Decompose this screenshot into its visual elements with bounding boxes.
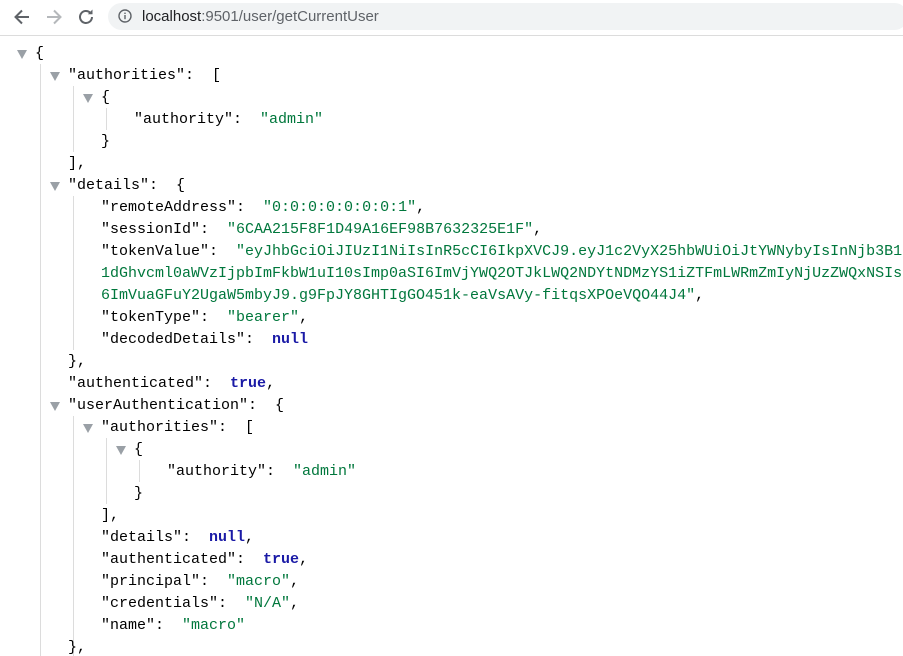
json-key: "authority"	[167, 463, 267, 480]
browser-toolbar: localhost:9501/user/getCurrentUser	[0, 0, 903, 36]
json-string: "bearer"	[227, 309, 300, 326]
json-line: "userAuthentication": {	[68, 397, 285, 414]
json-key: "remoteAddress"	[101, 199, 237, 216]
json-line: "name": "macro"	[101, 617, 246, 634]
back-button[interactable]	[11, 6, 33, 28]
bracket: [	[245, 419, 255, 436]
json-string: "admin"	[293, 463, 357, 480]
json-boolean: true	[230, 375, 267, 392]
json-null: null	[272, 331, 309, 348]
json-line: {	[134, 439, 143, 461]
json-key: "details"	[68, 177, 150, 194]
json-string: "6CAA215F8F1D49A16EF98B7632325E1F"	[227, 221, 534, 238]
brace: }	[134, 485, 144, 502]
url-text[interactable]: localhost:9501/user/getCurrentUser	[142, 8, 379, 25]
json-viewer: { "authorities": [ { "authority": "admin…	[0, 36, 903, 656]
brace: },	[68, 639, 87, 656]
collapse-toggle[interactable]	[17, 50, 27, 59]
url-path: :9501/user/getCurrentUser	[201, 8, 379, 25]
json-key: "authorities"	[68, 67, 186, 84]
json-line: ],	[101, 505, 119, 527]
indent-guide	[73, 86, 74, 152]
indent-guide	[73, 196, 74, 350]
json-key: "sessionId"	[101, 221, 201, 238]
json-line: {	[101, 87, 110, 109]
json-line: "details": null,	[101, 529, 255, 546]
json-key: "tokenValue"	[101, 243, 210, 260]
json-key: "authority"	[134, 111, 234, 128]
json-key: "authenticated"	[68, 375, 204, 392]
collapse-toggle[interactable]	[116, 446, 126, 455]
json-line: "principal": "macro",	[101, 573, 300, 590]
brace: {	[101, 89, 111, 106]
json-line: "details": {	[68, 177, 186, 194]
json-string: "0:0:0:0:0:0:0:1"	[263, 199, 417, 216]
collapse-toggle[interactable]	[50, 182, 60, 191]
brace: }	[101, 133, 111, 150]
json-line: "sessionId": "6CAA215F8F1D49A16EF98B7632…	[101, 221, 543, 238]
bracket: ],	[68, 155, 87, 172]
json-string: "eyJhbGciOiJIUzI1NiIsInR5cCI6IkpXVCJ9.ey…	[236, 243, 903, 260]
url-host: localhost	[142, 8, 202, 25]
json-line: },	[68, 351, 86, 373]
json-key: "name"	[101, 617, 156, 634]
json-string: "macro"	[182, 617, 246, 634]
forward-button[interactable]	[43, 6, 65, 28]
json-key: "decodedDetails"	[101, 331, 246, 348]
indent-guide	[40, 64, 41, 656]
json-string: "macro"	[227, 573, 291, 590]
json-line: }	[134, 483, 143, 505]
info-circle-icon[interactable]	[118, 9, 132, 23]
json-string: 6ImVuaGFuY2UgaW5mbyJ9.g9FpJY8GHTIgGO451k…	[101, 287, 696, 304]
json-line: "authenticated": true,	[68, 375, 276, 392]
json-line: }	[101, 131, 110, 153]
indent-guide	[106, 108, 107, 130]
json-line: "authorities": [	[101, 419, 255, 436]
address-bar[interactable]: localhost:9501/user/getCurrentUser	[108, 3, 903, 30]
json-null: null	[209, 529, 246, 546]
brace: {	[275, 397, 285, 414]
json-key: "authenticated"	[101, 551, 237, 568]
json-line: "credentials": "N/A",	[101, 595, 300, 612]
json-line: "tokenValue": "eyJhbGciOiJIUzI1NiIsInR5c…	[101, 241, 903, 263]
json-line: "decodedDetails": null	[101, 331, 309, 348]
collapse-toggle[interactable]	[50, 72, 60, 81]
bracket: [	[212, 67, 222, 84]
json-key: "userAuthentication"	[68, 397, 249, 414]
json-boolean: true	[263, 551, 300, 568]
json-line: "authority": "admin"	[167, 463, 357, 480]
reload-icon	[79, 9, 93, 24]
reload-button[interactable]	[75, 6, 97, 28]
json-line: "authority": "admin"	[134, 111, 324, 128]
collapse-toggle[interactable]	[83, 424, 93, 433]
json-line: "authenticated": true,	[101, 551, 309, 568]
indent-guide	[106, 438, 107, 504]
json-key: "principal"	[101, 573, 201, 590]
json-string: "N/A"	[245, 595, 291, 612]
brace: {	[134, 441, 144, 458]
brace: },	[68, 353, 87, 370]
json-key: "authorities"	[101, 419, 219, 436]
arrow-left-icon	[14, 9, 29, 25]
brace: {	[35, 45, 45, 62]
bracket: ],	[101, 507, 120, 524]
brace: {	[176, 177, 186, 194]
indent-guide	[73, 416, 74, 656]
arrow-right-icon	[47, 9, 62, 25]
collapse-toggle[interactable]	[50, 402, 60, 411]
json-string-wrap: 1dGhvcml0aWVzIjpbImFkbW1uI10sImp0aSI6ImV…	[101, 265, 903, 282]
json-key: "details"	[101, 529, 183, 546]
indent-guide	[139, 460, 140, 482]
collapse-toggle[interactable]	[83, 94, 93, 103]
json-string: "admin"	[260, 111, 324, 128]
json-line: "remoteAddress": "0:0:0:0:0:0:0:1",	[101, 199, 426, 216]
json-line: "authorities": [	[68, 67, 222, 84]
json-key: "tokenType"	[101, 309, 201, 326]
json-line: 6ImVuaGFuY2UgaW5mbyJ9.g9FpJY8GHTIgGO451k…	[101, 287, 705, 304]
json-key: "credentials"	[101, 595, 219, 612]
json-line: {	[35, 43, 44, 65]
json-line: },	[68, 637, 86, 656]
json-line: "tokenType": "bearer",	[101, 309, 309, 326]
json-line: ],	[68, 153, 86, 175]
